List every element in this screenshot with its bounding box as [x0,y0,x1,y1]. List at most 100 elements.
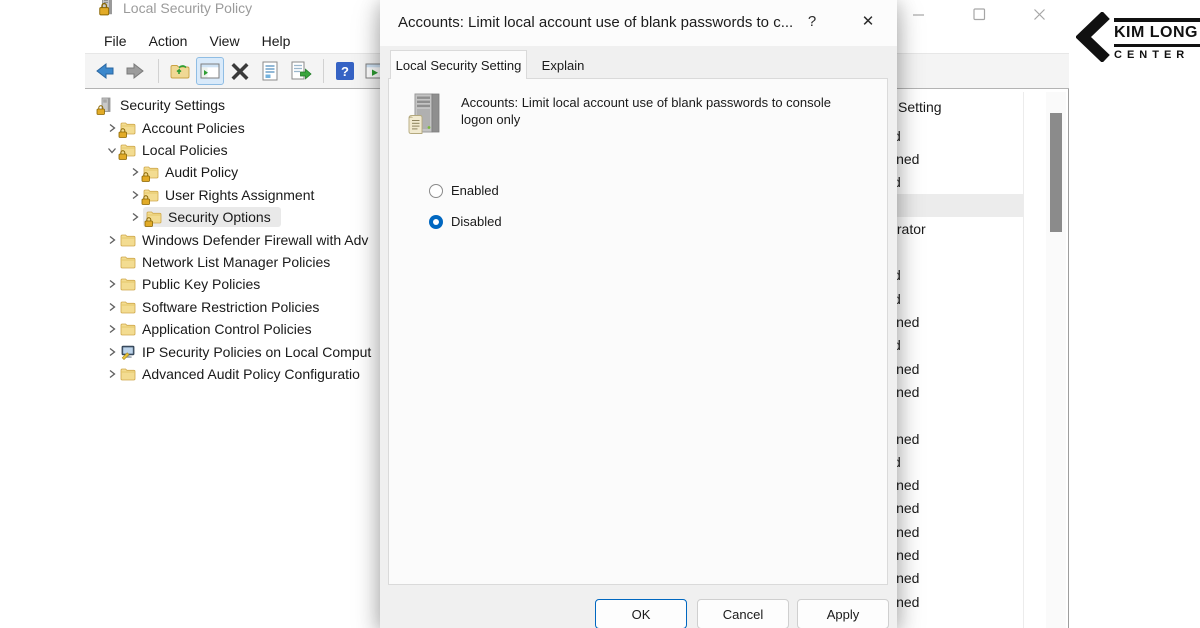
tree-item-label: Local Policies [142,142,228,158]
up-one-level-icon[interactable] [166,57,194,85]
scrollbar-thumb[interactable] [1050,113,1062,232]
export-list-icon[interactable] [286,57,314,85]
results-list: dineddtratorddineddinedinedineddinedined… [885,124,1069,613]
tree-item-label: Account Policies [142,120,245,136]
option-row-enabled[interactable]: Enabled [429,183,499,198]
tree-item-ip-security-policies-on-local-comput[interactable]: IP Security Policies on Local Comput [85,340,381,362]
result-row[interactable] [885,404,1069,427]
tab-explain[interactable]: Explain [532,53,594,78]
app-icon [98,0,116,16]
folder-lock-icon [120,120,136,136]
back-icon[interactable] [91,57,119,85]
chevron-right-icon[interactable] [103,300,120,314]
chevron-right-icon[interactable] [103,367,120,381]
forward-icon[interactable] [121,57,149,85]
result-row[interactable]: ined [885,380,1069,403]
radio-enabled[interactable] [429,184,443,198]
result-row[interactable]: ined [885,427,1069,450]
maximize-button[interactable] [965,3,993,25]
column-header-setting[interactable]: Setting [898,99,942,115]
tree-item-audit-policy[interactable]: Audit Policy [85,161,381,183]
result-row[interactable]: d [885,287,1069,310]
dialog-close-button[interactable]: ✕ [854,12,882,36]
column-grid-line [1023,92,1024,628]
result-row[interactable]: ined [885,497,1069,520]
tab-local-security-setting[interactable]: Local Security Setting [390,50,527,79]
tree-item-label: Security Settings [120,97,225,113]
tree-item-local-policies[interactable]: Local Policies [85,139,381,161]
apply-button[interactable]: Apply [797,599,889,628]
tree-item-security-settings[interactable]: Security Settings [85,94,381,116]
chevron-right-icon[interactable] [103,277,120,291]
tree-item-label: Security Options [168,209,271,225]
folder-icon [120,299,136,315]
tree-item-windows-defender-firewall-with-adv[interactable]: Windows Defender Firewall with Adv [85,228,381,250]
dialog-titlebar: Accounts: Limit local account use of bla… [380,0,897,46]
folder-icon [120,276,136,292]
result-row[interactable]: ined [885,590,1069,613]
radio-label: Enabled [451,183,499,198]
result-row-selected[interactable] [885,194,1023,217]
server-lock-icon [98,97,114,113]
tree-item-account-policies[interactable]: Account Policies [85,116,381,138]
show-hide-console-tree-icon[interactable] [196,57,224,85]
chevron-right-icon[interactable] [126,210,143,224]
result-row[interactable]: d [885,334,1069,357]
tree-item-label: Audit Policy [165,164,238,180]
ok-button[interactable]: OK [595,599,687,628]
tree-item-label: Advanced Audit Policy Configuratio [142,366,360,382]
tree-item-application-control-policies[interactable]: Application Control Policies [85,318,381,340]
result-row[interactable]: ined [885,567,1069,590]
tree-item-label: Public Key Policies [142,276,260,292]
dialog-help-button[interactable]: ? [800,13,824,35]
tree-item-security-options[interactable]: Security Options [85,206,381,228]
menu-file[interactable]: File [93,31,138,51]
chevron-right-icon[interactable] [103,322,120,336]
menu-bar: FileActionViewHelp [93,30,301,52]
result-row[interactable]: ined [885,310,1069,333]
folder-icon [120,232,136,248]
menu-action[interactable]: Action [138,31,199,51]
help-icon[interactable]: ? [331,57,359,85]
menu-view[interactable]: View [198,31,250,51]
result-row[interactable]: d [885,450,1069,473]
result-row[interactable]: ined [885,543,1069,566]
close-button[interactable] [1025,3,1053,25]
delete-icon[interactable] [226,57,254,85]
chevron-right-icon[interactable] [103,233,120,247]
result-row[interactable] [885,240,1069,263]
result-row[interactable]: ined [885,473,1069,496]
computer-icon [120,344,136,360]
tree-item-public-key-policies[interactable]: Public Key Policies [85,273,381,295]
tree-item-label: Software Restriction Policies [142,299,319,315]
cancel-button[interactable]: Cancel [697,599,789,628]
toolbar-separator [158,59,159,83]
minimize-button[interactable] [905,3,933,25]
result-row[interactable]: d [885,124,1069,147]
folder-icon [120,366,136,382]
properties-icon[interactable] [256,57,284,85]
tree-item-label: IP Security Policies on Local Comput [142,344,371,360]
result-row[interactable]: ined [885,147,1069,170]
result-row[interactable]: d [885,171,1069,194]
menu-help[interactable]: Help [251,31,302,51]
chevron-right-icon[interactable] [103,345,120,359]
kim-long-center-logo: KIM LONG CENTER [1076,12,1200,67]
logo-rule-mid [1114,44,1200,47]
logo-title: KIM LONG [1114,24,1200,42]
option-row-disabled[interactable]: Disabled [429,214,502,229]
result-row[interactable]: ined [885,520,1069,543]
result-row[interactable]: trator [885,217,1069,240]
result-row[interactable]: d [885,264,1069,287]
result-row[interactable]: ined [885,357,1069,380]
toolbar-separator [323,59,324,83]
radio-disabled[interactable] [429,215,443,229]
tree-item-label: Application Control Policies [142,321,312,337]
tree-item-advanced-audit-policy-configuratio[interactable]: Advanced Audit Policy Configuratio [85,363,381,385]
tree-item-network-list-manager-policies[interactable]: Network List Manager Policies [85,251,381,273]
window-right-border [1068,89,1069,628]
tree-item-user-rights-assignment[interactable]: User Rights Assignment [85,184,381,206]
window-title: Local Security Policy [123,0,252,16]
chevron-spacer [103,255,120,269]
tree-item-software-restriction-policies[interactable]: Software Restriction Policies [85,296,381,318]
